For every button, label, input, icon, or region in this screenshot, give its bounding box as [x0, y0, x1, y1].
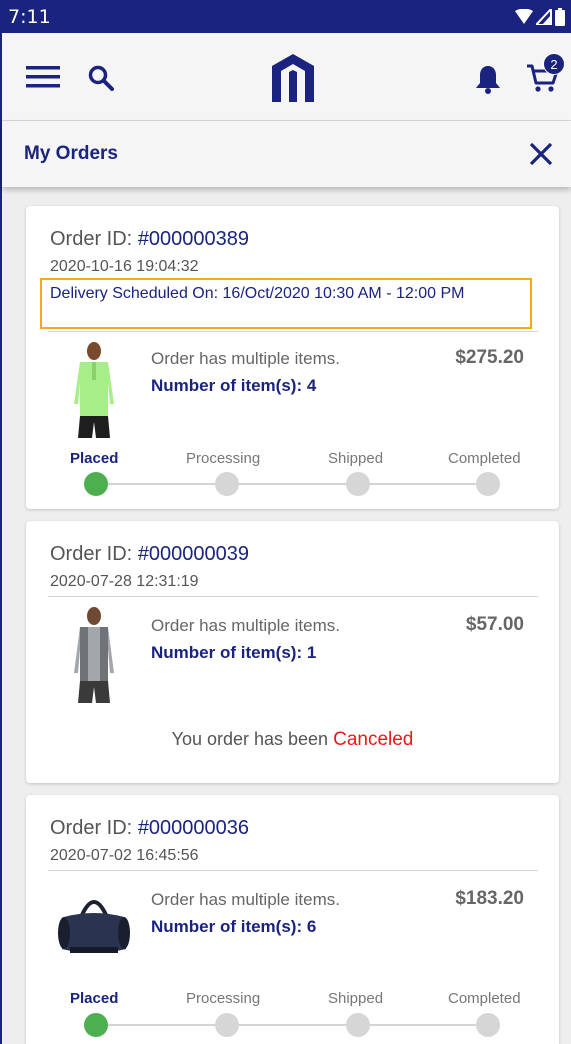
- close-icon[interactable]: [527, 140, 555, 168]
- wifi-icon: [515, 9, 533, 24]
- cart-badge: 2: [543, 53, 565, 75]
- cart-icon[interactable]: 2: [525, 53, 565, 95]
- progress-line: [96, 483, 488, 485]
- item-count: Number of item(s): 4: [151, 376, 317, 395]
- canceled-status: Canceled: [333, 729, 414, 750]
- item-count: Number of item(s): 6: [151, 917, 317, 936]
- step-completed: Completed: [448, 990, 521, 1007]
- order-id-label: Order ID:: [50, 543, 133, 565]
- notification-bell-icon[interactable]: [473, 63, 503, 95]
- order-date: 2020-07-02 16:45:56: [50, 847, 199, 864]
- step-dot-processing: [215, 1013, 239, 1037]
- step-processing: Processing: [186, 990, 261, 1007]
- order-date: 2020-07-28 12:31:19: [50, 573, 199, 590]
- order-date: 2020-10-16 19:04:32: [50, 258, 199, 275]
- step-dot-processing: [215, 472, 239, 496]
- item-summary: Order has multiple items.: [151, 616, 340, 635]
- order-card[interactable]: Order ID: #000000039 2020-07-28 12:31:19…: [26, 521, 559, 783]
- cancel-message: You order has been Canceled: [26, 729, 559, 751]
- step-shipped: Shipped: [328, 450, 384, 467]
- item-summary: Order has multiple items.: [151, 890, 340, 909]
- item-count: Number of item(s): 1: [151, 643, 317, 662]
- divider: [48, 870, 538, 871]
- divider: [48, 331, 538, 332]
- delivery-schedule: Delivery Scheduled On: 16/Oct/2020 10:30…: [40, 278, 532, 329]
- divider: [48, 596, 538, 597]
- orders-list: Order ID: #000000389 2020-10-16 19:04:32…: [2, 187, 571, 1044]
- order-card[interactable]: Order ID: #000000036 2020-07-02 16:45:56…: [26, 795, 559, 1044]
- signal-icon: [536, 9, 552, 25]
- order-card[interactable]: Order ID: #000000389 2020-10-16 19:04:32…: [26, 206, 559, 509]
- order-id: Order ID: #000000389: [50, 228, 249, 251]
- hamburger-menu-icon[interactable]: [24, 63, 62, 91]
- order-total: $57.00: [465, 614, 524, 635]
- product-image: [66, 607, 122, 703]
- progress-line: [96, 1024, 488, 1026]
- item-summary: Order has multiple items.: [151, 349, 340, 368]
- order-id-label: Order ID:: [50, 817, 133, 839]
- order-id: Order ID: #000000036: [50, 817, 249, 840]
- status-bar: 7:11: [0, 0, 571, 33]
- page-title: My Orders: [24, 143, 118, 164]
- step-processing: Processing: [186, 450, 261, 467]
- order-id-label: Order ID:: [50, 228, 133, 250]
- magento-logo-icon[interactable]: [271, 53, 315, 103]
- step-dot-completed: [476, 472, 500, 496]
- order-id-value: #000000036: [137, 817, 250, 839]
- order-total: $183.20: [455, 888, 524, 909]
- step-shipped: Shipped: [328, 990, 384, 1007]
- step-placed: Placed: [70, 450, 119, 467]
- product-image: [66, 342, 122, 438]
- status-icons: [515, 7, 565, 27]
- order-id: Order ID: #000000039: [50, 543, 249, 566]
- status-time: 7:11: [8, 6, 51, 28]
- step-dot-shipped: [346, 1013, 370, 1037]
- order-id-value: #000000389: [137, 228, 250, 250]
- order-id-value: #000000039: [137, 543, 250, 565]
- step-completed: Completed: [448, 450, 521, 467]
- step-placed: Placed: [70, 990, 119, 1007]
- page-header: My Orders: [2, 121, 571, 187]
- step-dot-placed: [84, 472, 108, 496]
- app-toolbar: 2: [2, 33, 571, 121]
- step-dot-shipped: [346, 472, 370, 496]
- product-image: [56, 891, 132, 961]
- step-dot-completed: [476, 1013, 500, 1037]
- cancel-message-text: You order has been: [171, 729, 329, 749]
- step-dot-placed: [84, 1013, 108, 1037]
- battery-icon: [555, 8, 565, 26]
- search-icon[interactable]: [86, 63, 116, 93]
- order-total: $275.20: [455, 347, 524, 368]
